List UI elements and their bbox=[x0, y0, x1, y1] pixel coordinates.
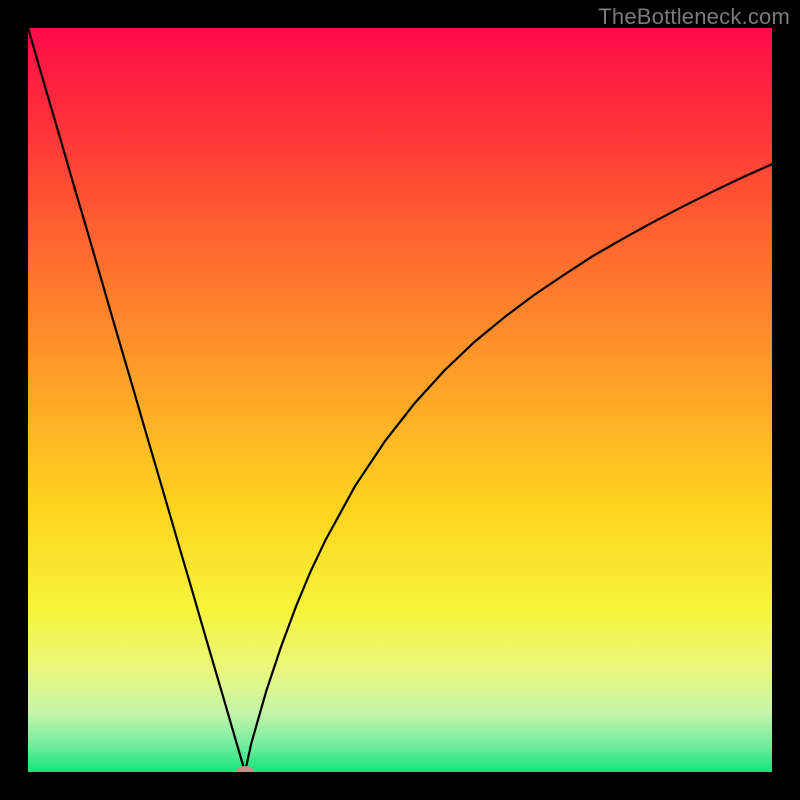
chart-frame: TheBottleneck.com bbox=[0, 0, 800, 800]
watermark-label: TheBottleneck.com bbox=[598, 4, 790, 30]
bottleneck-curve bbox=[28, 28, 772, 772]
plot-area bbox=[28, 28, 772, 772]
vertex-marker bbox=[236, 766, 254, 772]
